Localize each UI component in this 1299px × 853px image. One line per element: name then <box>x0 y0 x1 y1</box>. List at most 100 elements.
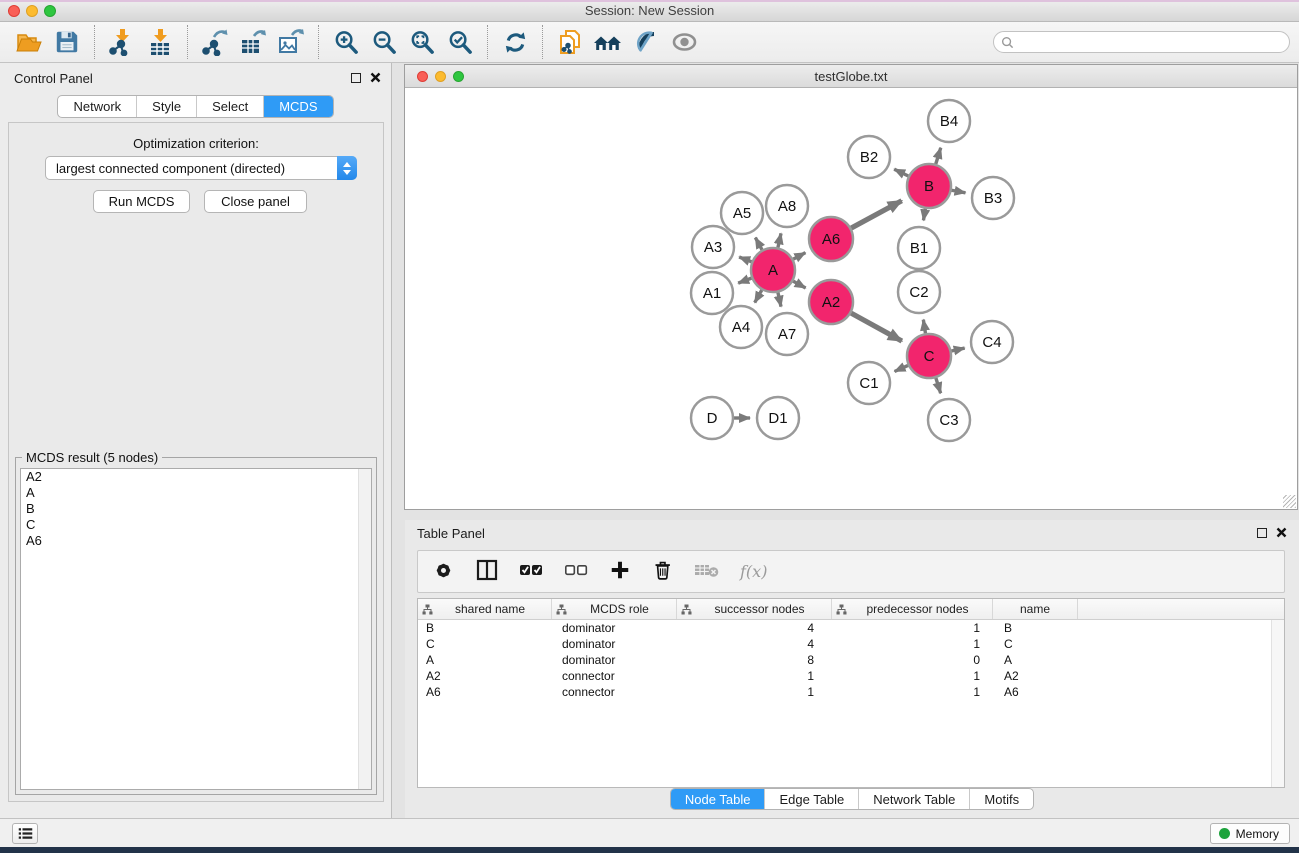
result-item-C[interactable]: C <box>21 517 371 533</box>
run-mcds-button[interactable]: Run MCDS <box>93 190 190 213</box>
graph-edge-B-B4[interactable] <box>936 148 941 164</box>
search-field[interactable] <box>993 31 1290 53</box>
import-table-button[interactable] <box>144 26 176 58</box>
search-input[interactable] <box>1018 35 1268 49</box>
table-row[interactable]: A2connector11A2 <box>418 668 1284 684</box>
deselect-all-button[interactable] <box>564 562 589 581</box>
graph-edge-B-B1[interactable] <box>923 209 925 221</box>
zoom-selected-button[interactable] <box>444 26 476 58</box>
graph-edge-C-C1[interactable] <box>895 365 908 371</box>
graph-edge-C-C3[interactable] <box>936 378 941 393</box>
tab-style[interactable]: Style <box>136 96 196 117</box>
column-header-name[interactable]: name <box>993 599 1078 619</box>
close-table-panel-icon[interactable] <box>1276 527 1287 538</box>
save-session-button[interactable] <box>51 26 83 58</box>
toolbar-separator <box>318 25 319 59</box>
optimization-select[interactable]: largest connected component (directed) <box>45 156 357 180</box>
graph-node-label-A3: A3 <box>704 239 722 256</box>
hide-details-button[interactable] <box>630 26 662 58</box>
table-row[interactable]: A6connector11A6 <box>418 684 1284 700</box>
result-item-A[interactable]: A <box>21 485 371 501</box>
graph-node-label-B4: B4 <box>940 113 958 130</box>
plus-icon <box>609 559 631 581</box>
column-header-shared-name[interactable]: shared name <box>418 599 552 619</box>
select-all-button[interactable] <box>519 562 544 581</box>
export-network-button[interactable] <box>199 26 231 58</box>
function-builder-button: f(x) <box>740 562 767 581</box>
graph-edge-A-A5[interactable] <box>755 238 762 250</box>
graph-edge-B-B3[interactable] <box>952 190 966 193</box>
graph-node-label-B: B <box>924 178 934 195</box>
graph-edge-A6-B[interactable] <box>851 201 902 228</box>
network-window: testGlobe.txt B4B2BB3A8A5A6A3B1AA1C2A2A4… <box>404 64 1298 510</box>
close-panel-icon[interactable] <box>370 72 381 83</box>
list-icon <box>17 826 34 841</box>
tab-motifs[interactable]: Motifs <box>969 789 1033 809</box>
graph-edge-A-A4[interactable] <box>755 290 762 303</box>
graph-node-label-D1: D1 <box>768 410 787 427</box>
result-scrollbar[interactable] <box>358 469 371 789</box>
tab-network[interactable]: Network <box>58 96 136 117</box>
add-column-button[interactable] <box>609 559 631 584</box>
task-history-button[interactable] <box>12 823 38 844</box>
attribute-tree-icon <box>556 604 567 615</box>
eye-button[interactable] <box>668 26 700 58</box>
graph-edge-B-B2[interactable] <box>894 169 908 176</box>
import-network-button[interactable] <box>106 26 138 58</box>
graph-edge-A-A6[interactable] <box>793 253 805 259</box>
zoom-fit-icon <box>409 29 436 56</box>
graph-edge-C-C4[interactable] <box>951 348 964 351</box>
delete-column-button[interactable] <box>651 558 674 585</box>
column-header-successor-nodes[interactable]: successor nodes <box>677 599 832 619</box>
tab-network-table[interactable]: Network Table <box>858 789 969 809</box>
session-title: Session: New Session <box>0 3 1299 18</box>
graph-edge-A2-C[interactable] <box>851 313 902 341</box>
graph-edge-A-A3[interactable] <box>739 257 751 262</box>
resize-grip[interactable] <box>1283 495 1296 508</box>
result-item-A2[interactable]: A2 <box>21 469 371 485</box>
tab-edge-table[interactable]: Edge Table <box>764 789 858 809</box>
zoom-in-button[interactable] <box>330 26 362 58</box>
table-row[interactable]: Cdominator41C <box>418 636 1284 652</box>
close-panel-button[interactable]: Close panel <box>204 190 307 213</box>
table-scrollbar[interactable] <box>1271 620 1284 787</box>
memory-button[interactable]: Memory <box>1210 823 1290 844</box>
column-header-MCDS-role[interactable]: MCDS role <box>552 599 677 619</box>
tab-mcds[interactable]: MCDS <box>263 96 332 117</box>
float-panel-icon[interactable] <box>351 73 361 83</box>
graph-edge-A-A8[interactable] <box>778 233 781 247</box>
table-columns-button[interactable] <box>475 558 499 585</box>
table-settings-button[interactable] <box>432 559 455 585</box>
node-table: shared nameMCDS rolesuccessor nodesprede… <box>417 598 1285 788</box>
tab-node-table[interactable]: Node Table <box>671 789 765 809</box>
export-table-button[interactable] <box>237 26 269 58</box>
result-item-A6[interactable]: A6 <box>21 533 371 549</box>
table-row[interactable]: Adominator80A <box>418 652 1284 668</box>
tab-select[interactable]: Select <box>196 96 263 117</box>
zoom-out-button[interactable] <box>368 26 400 58</box>
home-button[interactable] <box>592 26 624 58</box>
refresh-button[interactable] <box>499 26 531 58</box>
graph-edge-C-C2[interactable] <box>923 320 925 334</box>
float-table-panel-icon[interactable] <box>1257 528 1267 538</box>
graph-edge-A-A2[interactable] <box>793 281 805 288</box>
graph-node-label-C: C <box>924 348 935 365</box>
save-icon <box>54 29 80 55</box>
zoom-fit-button[interactable] <box>406 26 438 58</box>
export-image-button[interactable] <box>275 26 307 58</box>
graph-node-label-A1: A1 <box>703 285 721 302</box>
export-network-icon <box>201 28 229 56</box>
result-item-B[interactable]: B <box>21 501 371 517</box>
export-table-icon <box>239 28 267 56</box>
open-file-button[interactable] <box>13 26 45 58</box>
import-table-icon <box>146 28 174 56</box>
clone-network-button[interactable] <box>554 26 586 58</box>
column-header-predecessor-nodes[interactable]: predecessor nodes <box>832 599 993 619</box>
graph-node-label-C1: C1 <box>859 375 878 392</box>
table-row[interactable]: Bdominator41B <box>418 620 1284 636</box>
network-canvas[interactable]: B4B2BB3A8A5A6A3B1AA1C2A2A4A7C4CC1DD1C3 <box>405 88 1297 509</box>
network-window-titlebar: testGlobe.txt <box>405 65 1297 88</box>
graph-node-label-A4: A4 <box>732 319 750 336</box>
graph-edge-A-A1[interactable] <box>738 278 751 283</box>
graph-edge-A-A7[interactable] <box>778 292 781 306</box>
